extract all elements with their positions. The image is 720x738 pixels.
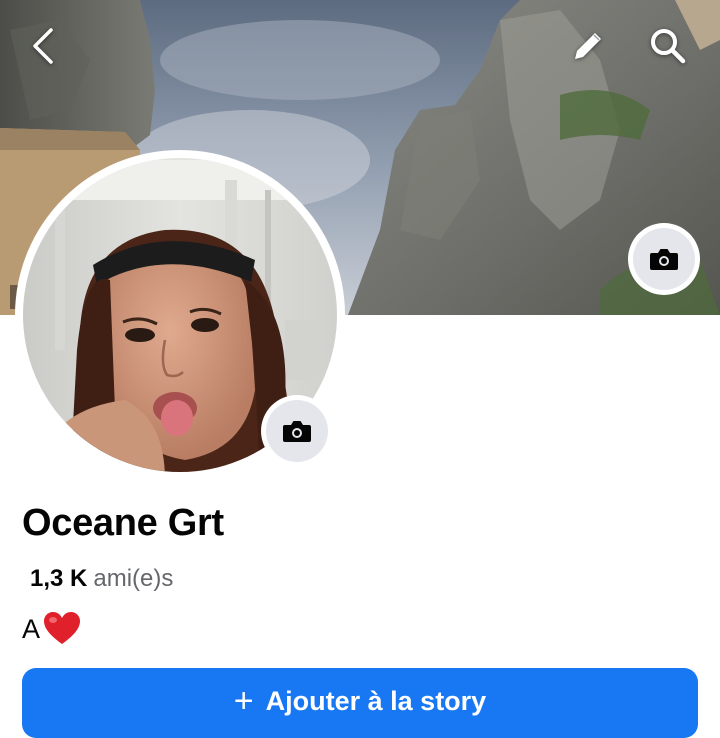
edit-pencil-icon (575, 33, 601, 59)
back-button[interactable] (17, 20, 69, 72)
camera-icon (650, 249, 678, 270)
search-icon (651, 29, 686, 64)
plus-icon: + (233, 682, 254, 720)
back-arrow-icon (33, 28, 53, 64)
add-to-story-button[interactable]: + Ajouter à la story (22, 668, 698, 738)
bio-text: A (22, 613, 41, 644)
edit-button[interactable] (562, 20, 614, 72)
friends-count-label: ami(e)s (93, 565, 174, 592)
profile-bio: A (22, 612, 81, 646)
profile-name: Oceane Grt (22, 502, 224, 544)
friends-count-value: 1,3 K (30, 565, 88, 592)
friends-count[interactable]: 1,3 Kami(e)s (30, 565, 173, 593)
edit-profile-picture-button[interactable] (266, 400, 328, 462)
heart-emoji-icon (44, 612, 81, 644)
camera-icon (283, 421, 311, 442)
add-to-story-label: Ajouter à la story (265, 686, 487, 716)
search-button[interactable] (642, 20, 694, 72)
edit-cover-photo-button[interactable] (633, 228, 695, 290)
